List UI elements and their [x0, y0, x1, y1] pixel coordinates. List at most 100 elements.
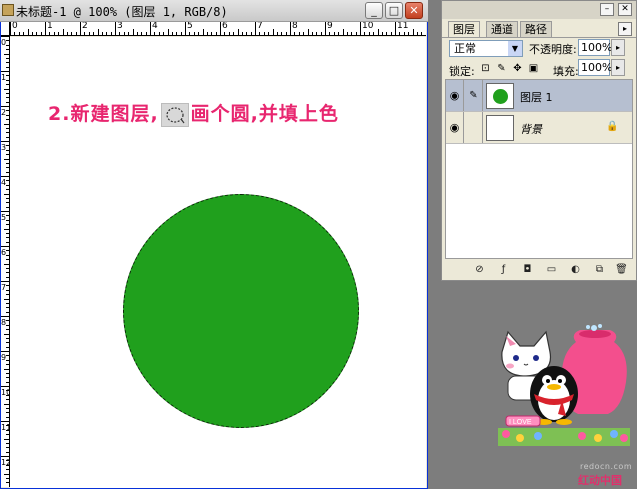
brush-icon[interactable]: ✎ — [465, 80, 483, 111]
document-titlebar[interactable]: 未标题-1 @ 100% (图层 1, RGB/8) _ □ ✕ — [0, 0, 428, 22]
ruler-tick — [338, 32, 340, 35]
ruler-tick — [1, 71, 9, 72]
ruler-tick — [6, 346, 9, 348]
ruler-tick — [246, 32, 248, 35]
ruler-tick — [6, 219, 9, 221]
fill-label: 填充: — [553, 65, 579, 78]
ruler-tick — [403, 32, 405, 35]
minimize-button[interactable]: _ — [365, 2, 383, 19]
ruler-tick — [6, 119, 9, 121]
layer-row-layer-1[interactable]: ◉ ✎ 图层 1 — [446, 80, 632, 112]
ruler-label: 0 — [12, 22, 18, 31]
maximize-button[interactable]: □ — [385, 2, 403, 19]
ruler-tick — [202, 29, 204, 35]
ruler-label: 2 — [82, 22, 88, 31]
ruler-tick — [132, 29, 134, 35]
layer-style-icon[interactable]: ƒ — [497, 263, 510, 276]
ruler-tick — [6, 197, 9, 199]
instruction-text: 2.新建图层, 画个圆,并填上色 — [48, 99, 339, 127]
ruler-tick — [136, 32, 138, 35]
ruler-tick — [6, 254, 9, 256]
ruler-label: 10 — [1, 388, 9, 397]
ruler-label: 0 — [1, 38, 7, 47]
ruler-tick — [6, 232, 9, 234]
ruler-label: 3 — [117, 22, 123, 31]
ruler-tick — [1, 281, 9, 282]
ruler-tick — [6, 434, 9, 436]
ruler-tick — [106, 32, 108, 35]
ruler-tick — [6, 250, 9, 252]
fill-slider-button[interactable]: ▸ — [611, 59, 625, 76]
ruler-tick — [88, 32, 90, 35]
ruler-tick — [6, 355, 9, 357]
ruler-tick — [377, 29, 379, 35]
ruler-tick — [23, 32, 25, 35]
lock-all-icon[interactable]: ▣ — [528, 63, 539, 74]
tab-channels[interactable]: 通道 — [486, 21, 518, 37]
opacity-slider-button[interactable]: ▸ — [611, 39, 625, 56]
close-button[interactable]: ✕ — [405, 2, 423, 19]
vertical-ruler[interactable]: 0123456789101112 — [1, 36, 10, 487]
ruler-tick — [141, 32, 143, 35]
lock-position-icon[interactable]: ✥ — [512, 63, 523, 74]
instruction-suffix: 画个圆,并填上色 — [190, 103, 339, 125]
link-cell[interactable] — [465, 112, 483, 143]
panel-menu-button[interactable]: ▸ — [618, 22, 632, 36]
ruler-tick — [206, 32, 208, 35]
ruler-label: 5 — [187, 22, 193, 31]
ruler-tick — [4, 193, 9, 195]
tab-layers[interactable]: 图层 — [448, 21, 480, 37]
layer-name[interactable]: 背景 — [520, 121, 542, 137]
watermark-brand: 红动中国 — [578, 474, 622, 487]
ruler-tick — [6, 276, 9, 278]
ruler-tick — [6, 364, 9, 366]
ruler-tick — [6, 92, 9, 94]
ruler-corner[interactable] — [1, 22, 10, 36]
ruler-tick — [6, 329, 9, 331]
layer-thumbnail — [486, 115, 514, 141]
add-mask-icon[interactable]: ◘ — [521, 263, 534, 276]
panel-minimize-button[interactable]: – — [600, 3, 614, 16]
ruler-tick — [6, 171, 9, 173]
canvas[interactable]: 2.新建图层, 画个圆,并填上色 — [10, 37, 426, 488]
fill-input[interactable]: 100% — [578, 59, 612, 76]
ruler-tick — [154, 32, 156, 35]
ruler-tick — [6, 342, 9, 344]
ruler-tick — [6, 407, 9, 409]
layer-row-background[interactable]: ◉ 背景 🔒 — [446, 112, 632, 144]
panel-close-button[interactable]: ✕ — [618, 3, 632, 16]
ruler-tick — [333, 32, 335, 35]
adjustment-layer-icon[interactable]: ◐ — [569, 263, 582, 276]
ruler-tick — [6, 416, 9, 418]
ruler-tick — [355, 32, 357, 35]
ruler-tick — [6, 482, 9, 484]
eye-icon[interactable]: ◉ — [446, 112, 464, 143]
ruler-tick — [71, 32, 73, 35]
link-layers-icon[interactable]: ⊘ — [473, 263, 486, 276]
ruler-tick — [298, 32, 300, 35]
opacity-input[interactable]: 100% — [578, 39, 612, 56]
ruler-tick — [6, 412, 9, 414]
ruler-label: 3 — [1, 143, 7, 152]
ruler-tick — [241, 32, 243, 35]
ruler-tick — [325, 22, 326, 35]
layer-name[interactable]: 图层 1 — [520, 89, 553, 105]
blend-mode-select[interactable]: 正常 ▼ — [449, 40, 523, 57]
ruler-tick — [6, 145, 9, 147]
ruler-tick — [416, 32, 418, 35]
ruler-tick — [4, 263, 9, 265]
trash-icon[interactable]: 🗑 — [615, 263, 628, 276]
new-group-icon[interactable]: ▭ — [545, 263, 558, 276]
ruler-label: 6 — [222, 22, 228, 31]
ruler-tick — [386, 32, 388, 35]
ruler-tick — [171, 32, 173, 35]
lock-image-icon[interactable]: ✎ — [496, 63, 507, 74]
tab-paths[interactable]: 路径 — [520, 21, 552, 37]
ruler-tick — [6, 451, 9, 453]
lock-transparency-icon[interactable]: ⊡ — [480, 63, 491, 74]
elliptical-marquee-icon — [160, 102, 189, 127]
eye-icon[interactable]: ◉ — [446, 80, 464, 111]
ruler-tick — [408, 32, 410, 35]
horizontal-ruler[interactable]: 0 1 2 3 4 5 6 7 8 9 10 11 — [10, 22, 426, 36]
new-layer-icon[interactable]: ⧉ — [593, 263, 606, 276]
